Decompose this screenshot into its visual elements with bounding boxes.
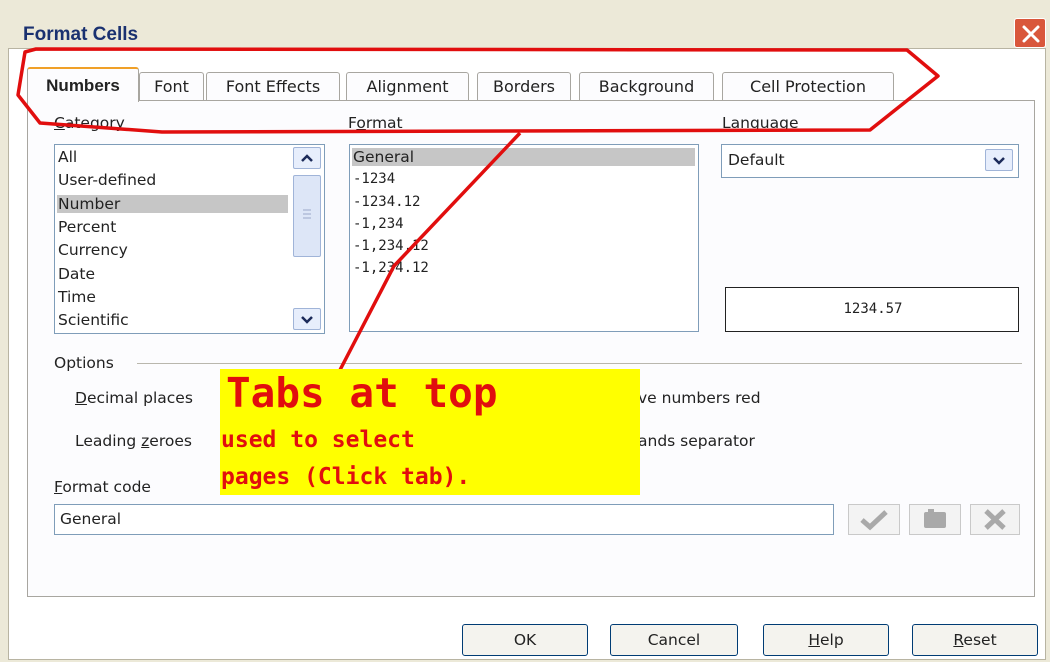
- annotation-line-2: pages (Click tab).: [221, 464, 471, 490]
- tabs-highlight-outline: [16, 47, 940, 134]
- annotation-headline: Tabs at top: [226, 369, 498, 417]
- annotation-arrow: [338, 131, 522, 371]
- annotation-outline: [16, 47, 940, 371]
- annotation-line-1: used to select: [221, 427, 415, 453]
